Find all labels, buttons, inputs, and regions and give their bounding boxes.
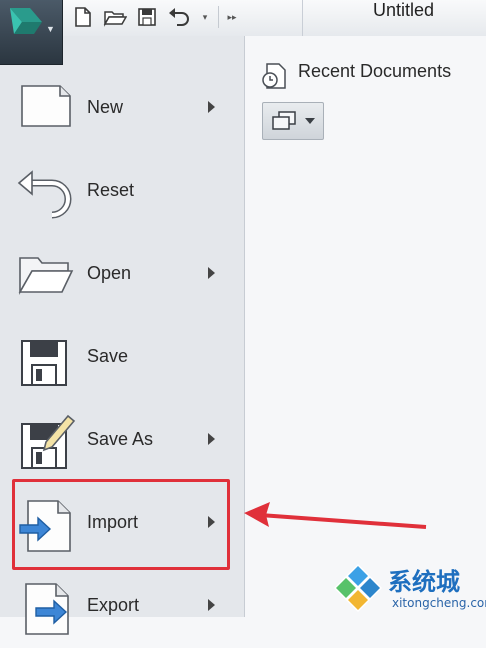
new-document-icon <box>21 85 71 127</box>
menu-item-reset[interactable]: Reset <box>0 153 244 233</box>
undo-icon[interactable] <box>166 4 192 30</box>
open-folder-icon <box>18 257 74 296</box>
title-bar: ▾ ▸▸ Untitled <box>0 0 486 37</box>
menu-item-label: Save <box>87 346 129 366</box>
menu-item-label: Open <box>87 263 132 283</box>
menu-item-label: Save As <box>87 429 154 449</box>
menu-item-label: Reset <box>87 180 135 200</box>
overflow-icon[interactable]: ▸▸ <box>225 12 239 23</box>
toolbar-separator <box>218 6 219 28</box>
app-logo-icon <box>10 8 42 34</box>
save-as-icon <box>21 414 76 469</box>
menu-item-new[interactable]: New <box>0 70 244 150</box>
submenu-arrow-icon <box>208 101 215 113</box>
import-highlight-box <box>12 479 230 570</box>
view-options-dropdown[interactable] <box>262 102 324 140</box>
save-icon[interactable] <box>134 4 160 30</box>
floppy-disk-icon <box>21 340 67 386</box>
clock-document-icon <box>262 63 286 89</box>
recent-documents-label: Recent Documents <box>298 61 452 81</box>
red-pointer-arrow-icon <box>244 502 427 529</box>
menu-item-label: Export <box>87 595 140 615</box>
window-stack-icon <box>272 111 296 130</box>
watermark-text: 系统城 <box>388 568 460 596</box>
chevron-down-icon <box>305 118 315 124</box>
reset-icon <box>17 170 72 219</box>
chevron-down-icon: ▼ <box>46 24 55 34</box>
title-divider <box>302 0 303 36</box>
window-title: Untitled <box>373 0 435 20</box>
menu-item-label: New <box>87 97 124 117</box>
menu-item-save[interactable]: Save <box>0 319 244 399</box>
new-file-icon[interactable] <box>70 4 96 30</box>
submenu-arrow-icon <box>208 267 215 279</box>
quick-access-toolbar: ▾ ▸▸ <box>70 2 239 32</box>
watermark-logo-icon <box>334 564 382 612</box>
dropdown-caret-icon[interactable]: ▾ <box>198 12 212 23</box>
watermark-url: xitongcheng.com <box>392 596 486 610</box>
open-folder-icon[interactable] <box>102 4 128 30</box>
watermark: 系统城 xitongcheng.com <box>330 560 486 617</box>
application-menu-button[interactable]: ▼ <box>0 0 63 65</box>
menu-item-open[interactable]: Open <box>0 236 244 316</box>
menu-item-save-as[interactable]: Save As <box>0 402 244 482</box>
submenu-arrow-icon <box>208 599 215 611</box>
menu-item-export[interactable]: Export <box>0 568 244 648</box>
submenu-arrow-icon <box>208 433 215 445</box>
export-icon <box>25 583 69 635</box>
